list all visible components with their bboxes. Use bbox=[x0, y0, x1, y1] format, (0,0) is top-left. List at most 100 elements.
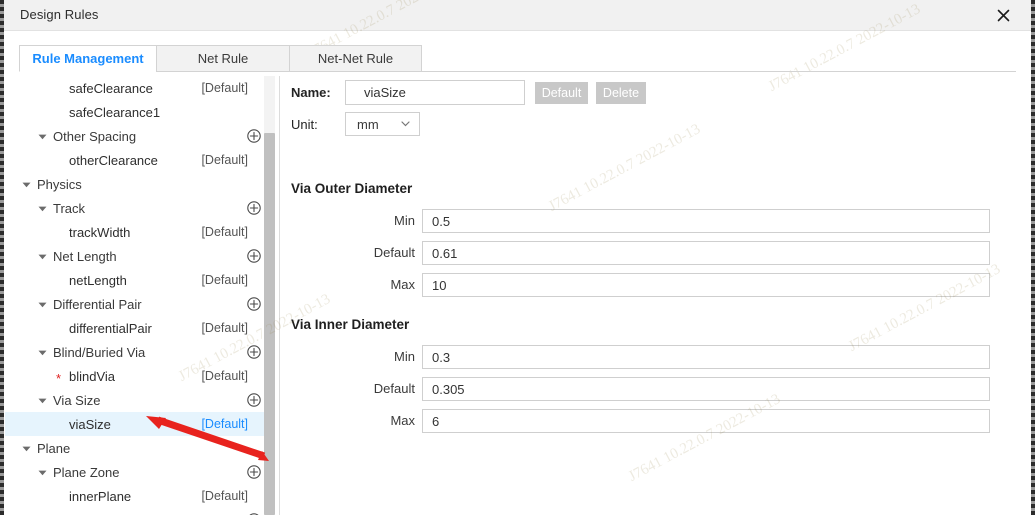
tree-row[interactable]: viaSize [Default] bbox=[5, 412, 270, 436]
tree-node-label: innerPlane bbox=[69, 488, 132, 504]
window-edge-left bbox=[0, 0, 4, 515]
tab-bar: Rule Management Net Rule Net-Net Rule bbox=[19, 45, 422, 72]
default-tag: [Default] bbox=[201, 225, 248, 239]
field-label-default: Default bbox=[373, 245, 415, 260]
tree-node-label: Via Size bbox=[53, 392, 101, 408]
tree-row[interactable]: safeClearance [Default] bbox=[5, 76, 270, 100]
tab-net-rule[interactable]: Net Rule bbox=[156, 45, 289, 72]
tree-scrollbar-thumb[interactable] bbox=[264, 133, 275, 515]
tree-row[interactable]: otherClearance [Default] bbox=[5, 148, 270, 172]
default-tag: [Default] bbox=[201, 81, 248, 95]
tree-node-label: Differential Pair bbox=[53, 296, 142, 312]
design-rules-dialog: J7641 10.22.0.7 2022-10-13J7641 10.22.0.… bbox=[0, 0, 1035, 515]
tree-row[interactable]: Track bbox=[5, 196, 270, 220]
tab-label: Rule Management bbox=[32, 51, 144, 66]
close-icon[interactable] bbox=[985, 0, 1021, 31]
default-tag: [Default] bbox=[201, 273, 248, 287]
tree-node-label: safeClearance bbox=[69, 80, 153, 96]
caret-down-icon[interactable] bbox=[21, 179, 32, 190]
caret-down-icon[interactable] bbox=[37, 251, 48, 262]
tree-node-label: otherClearance bbox=[69, 152, 158, 168]
section-title: Via Outer Diameter bbox=[291, 181, 413, 196]
add-rule-icon[interactable] bbox=[247, 345, 261, 359]
default-tag: [Default] bbox=[201, 153, 248, 167]
rule-detail-form: Name: Default Delete Unit: mm Via Outer … bbox=[280, 76, 1030, 515]
tab-label: Net-Net Rule bbox=[317, 51, 394, 66]
via-outer-diameter-default-input[interactable] bbox=[422, 241, 990, 265]
add-rule-icon[interactable] bbox=[247, 465, 261, 479]
via-outer-diameter-max-input[interactable] bbox=[422, 273, 990, 297]
tab-label: Net Rule bbox=[197, 51, 249, 66]
tree-row[interactable]: Copper Zone bbox=[5, 508, 270, 515]
tree-node-label: viaSize bbox=[69, 416, 111, 432]
add-rule-icon[interactable] bbox=[247, 201, 261, 215]
window-title: Design Rules bbox=[20, 7, 99, 22]
tree-row[interactable]: safeClearance1 bbox=[5, 100, 270, 124]
tree-row[interactable]: Plane bbox=[5, 436, 270, 460]
tree-row[interactable]: Net Length bbox=[5, 244, 270, 268]
tree-node-label: Physics bbox=[37, 176, 82, 192]
name-label: Name: bbox=[291, 85, 331, 100]
tree-node-label: Other Spacing bbox=[53, 128, 137, 144]
tree-node-label: safeClearance1 bbox=[69, 104, 161, 120]
tree-node-label: differentialPair bbox=[69, 320, 152, 336]
tree-row[interactable]: Differential Pair bbox=[5, 292, 270, 316]
chevron-down-icon bbox=[401, 121, 410, 127]
required-marker: * bbox=[56, 371, 62, 386]
add-rule-icon[interactable] bbox=[247, 297, 261, 311]
tab-rule-management[interactable]: Rule Management bbox=[19, 45, 156, 72]
tree-node-label: Blind/Buried Via bbox=[53, 344, 146, 360]
titlebar: Design Rules bbox=[4, 0, 1031, 31]
tree-node-label: trackWidth bbox=[69, 224, 131, 240]
field-label-max: Max bbox=[390, 413, 415, 428]
via-inner-diameter-min-input[interactable] bbox=[422, 345, 990, 369]
default-tag: [Default] bbox=[201, 321, 248, 335]
rule-tree[interactable]: safeClearance [Default] safeClearance1 Othe… bbox=[5, 76, 270, 515]
tree-row[interactable]: * blindVia [Default] bbox=[5, 364, 270, 388]
name-input[interactable] bbox=[345, 80, 525, 105]
unit-select[interactable]: mm bbox=[345, 112, 420, 136]
add-rule-icon[interactable] bbox=[247, 249, 261, 263]
default-button[interactable]: Default bbox=[535, 82, 588, 104]
tree-row[interactable]: Other Spacing bbox=[5, 124, 270, 148]
caret-down-icon[interactable] bbox=[37, 299, 48, 310]
tree-node-label: blindVia bbox=[69, 368, 116, 384]
caret-down-icon[interactable] bbox=[37, 131, 48, 142]
add-rule-icon[interactable] bbox=[247, 393, 261, 407]
tree-node-label: netLength bbox=[69, 272, 127, 288]
tree-row[interactable]: trackWidth [Default] bbox=[5, 220, 270, 244]
window-edge-right bbox=[1031, 0, 1035, 515]
via-inner-diameter-default-input[interactable] bbox=[422, 377, 990, 401]
tree-row[interactable]: netLength [Default] bbox=[5, 268, 270, 292]
tree-row[interactable]: differentialPair [Default] bbox=[5, 316, 270, 340]
default-tag: [Default] bbox=[201, 489, 248, 503]
field-label-min: Min bbox=[394, 349, 415, 364]
caret-down-icon[interactable] bbox=[21, 443, 32, 454]
caret-down-icon[interactable] bbox=[37, 395, 48, 406]
tree-node-label: Plane bbox=[37, 440, 71, 456]
tree-row[interactable]: Physics bbox=[5, 172, 270, 196]
unit-select-value: mm bbox=[357, 116, 379, 132]
active-tab-mask bbox=[20, 71, 155, 73]
default-tag: [Default] bbox=[201, 417, 248, 431]
unit-label: Unit: bbox=[291, 117, 318, 132]
tree-node-label: Net Length bbox=[53, 248, 117, 264]
field-label-max: Max bbox=[390, 277, 415, 292]
section-title: Via Inner Diameter bbox=[291, 317, 410, 332]
add-rule-icon[interactable] bbox=[247, 129, 261, 143]
caret-down-icon[interactable] bbox=[37, 203, 48, 214]
tree-row[interactable]: Plane Zone bbox=[5, 460, 270, 484]
tree-node-label: Track bbox=[53, 200, 86, 216]
default-tag: [Default] bbox=[201, 369, 248, 383]
field-label-default: Default bbox=[373, 381, 415, 396]
delete-button[interactable]: Delete bbox=[596, 82, 646, 104]
caret-down-icon[interactable] bbox=[37, 347, 48, 358]
via-inner-diameter-max-input[interactable] bbox=[422, 409, 990, 433]
via-outer-diameter-min-input[interactable] bbox=[422, 209, 990, 233]
tab-net-net-rule[interactable]: Net-Net Rule bbox=[289, 45, 422, 72]
tree-row[interactable]: Blind/Buried Via bbox=[5, 340, 270, 364]
tree-node-label: Plane Zone bbox=[53, 464, 120, 480]
tree-row[interactable]: Via Size bbox=[5, 388, 270, 412]
tree-row[interactable]: innerPlane [Default] bbox=[5, 484, 270, 508]
caret-down-icon[interactable] bbox=[37, 467, 48, 478]
